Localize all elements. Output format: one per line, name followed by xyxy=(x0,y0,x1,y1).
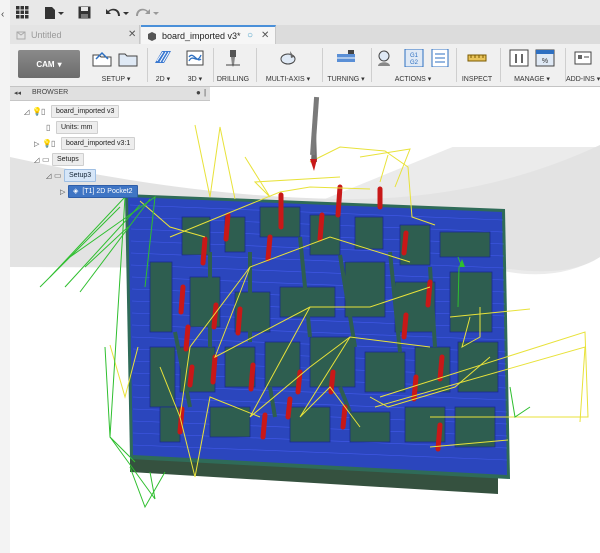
close-icon[interactable]: ✕ xyxy=(128,29,136,40)
panel-options-icon[interactable]: | xyxy=(204,88,206,97)
browser-title: BROWSER xyxy=(32,89,69,96)
multi-axis-icon xyxy=(280,51,296,65)
undo-icon[interactable] xyxy=(106,5,130,20)
setup-icon: ▭ xyxy=(54,171,62,180)
redo-icon[interactable] xyxy=(136,5,160,20)
group-label: SETUP ▾ xyxy=(101,76,131,83)
turning-icon xyxy=(337,50,355,62)
simulate-icon xyxy=(378,50,390,66)
group-label: ADD-INS ▾ xyxy=(566,76,600,83)
tab-label: board_imported v3* xyxy=(162,30,241,41)
browser-header: ◂◂ BROWSER ● | xyxy=(10,87,210,101)
group-label: DRILLING xyxy=(216,76,250,83)
setup-folder-icon xyxy=(92,51,112,67)
svg-text:G1: G1 xyxy=(410,53,419,59)
operation-node: ◈ [T1] 2D Pocket2 xyxy=(68,185,138,198)
visibility-bulb-icon[interactable]: 💡 xyxy=(32,107,42,116)
add-ins-icon xyxy=(574,51,592,65)
drill-icon xyxy=(226,50,240,67)
measure-ruler-icon xyxy=(467,54,487,62)
collapse-left-icon[interactable]: ‹ xyxy=(1,9,4,20)
collapsed-triangle-icon[interactable]: ▷ xyxy=(60,188,68,196)
tree-item-label: [T1] 2D Pocket2 xyxy=(82,188,133,195)
expanded-triangle-icon[interactable]: ◿ xyxy=(46,172,54,180)
save-icon[interactable] xyxy=(78,5,91,20)
3d-adaptive-icon xyxy=(186,50,204,66)
group-label: 3D ▾ xyxy=(187,76,203,83)
tool-library-icon xyxy=(509,49,529,67)
tree-item-label: Units: mm xyxy=(56,121,98,134)
tree-item-document[interactable]: ◿ 💡 ▯ board_imported v3 xyxy=(24,105,120,118)
close-icon[interactable]: ✕ xyxy=(261,30,269,41)
tree-item-setups[interactable]: ◿ ▭ Setups xyxy=(34,153,84,166)
setup-group-button[interactable]: SETUP ▾ xyxy=(88,47,144,83)
tree-item-label: Setups xyxy=(52,153,84,166)
document-tab-bar: Untitled ✕ board_imported v3* ○ ✕ xyxy=(10,25,600,45)
svg-text:%: % xyxy=(542,58,548,65)
2d-pocket-icon xyxy=(155,51,171,63)
setup-folder-icon xyxy=(118,53,138,67)
template-library-icon: % xyxy=(535,49,555,67)
tree-item-component[interactable]: ▷ 💡 ▯ board_imported v3:1 xyxy=(34,137,136,150)
pocket-operation-icon: ◈ xyxy=(73,188,79,195)
pin-icon[interactable]: ● xyxy=(196,88,201,97)
tab-label: Untitled xyxy=(31,29,62,40)
quick-access-bar xyxy=(10,0,600,26)
expanded-triangle-icon[interactable]: ◿ xyxy=(24,108,32,116)
document-icon xyxy=(148,31,156,41)
turning-group-button[interactable]: TURNING ▾ xyxy=(324,47,368,83)
browser-panel: ◂◂ BROWSER ● | ◿ 💡 ▯ board_imported v3 ▯… xyxy=(10,87,210,203)
group-label: MULTI-AXIS ▾ xyxy=(265,76,311,83)
3d-group-button[interactable]: 3D ▾ xyxy=(180,47,210,83)
group-label: INSPECT xyxy=(461,76,493,83)
tree-item-setup3[interactable]: ◿ ▭ Setup3 xyxy=(46,169,97,182)
drilling-button[interactable]: DRILLING xyxy=(214,47,252,83)
multi-axis-group-button[interactable]: MULTI-AXIS ▾ xyxy=(258,47,318,83)
document-icon xyxy=(16,31,26,39)
document-icon: ▯ xyxy=(41,107,46,116)
grid-icon[interactable] xyxy=(16,5,29,20)
collapse-browser-icon[interactable]: ◂◂ xyxy=(14,89,21,97)
group-label: ACTIONS ▾ xyxy=(394,76,432,83)
group-label: 2D ▾ xyxy=(155,76,171,83)
chevron-down-icon: ▾ xyxy=(57,59,62,69)
tree-item-label: board_imported v3 xyxy=(51,105,120,118)
svg-text:G2: G2 xyxy=(410,60,419,66)
component-icon: ▯ xyxy=(51,139,56,148)
2d-group-button[interactable]: 2D ▾ xyxy=(148,47,178,83)
tab-untitled[interactable]: Untitled ✕ xyxy=(10,25,140,44)
manage-group-button[interactable]: % MANAGE ▾ xyxy=(501,47,563,83)
setup-sheet-icon xyxy=(431,49,449,67)
collapsed-triangle-icon[interactable]: ▷ xyxy=(34,140,42,148)
workspace-label: CAM xyxy=(36,59,55,69)
tab-board-imported[interactable]: board_imported v3* ○ ✕ xyxy=(141,25,276,44)
visibility-bulb-icon[interactable]: 💡 xyxy=(42,139,52,148)
actions-group-button[interactable]: G1 G2 ACTIONS ▾ xyxy=(372,47,454,83)
tree-item-label: Setup3 xyxy=(64,169,97,182)
inspect-button[interactable]: INSPECT xyxy=(457,47,497,83)
ribbon-toolbar: CAM ▾ SETUP ▾ 2D ▾ 3D ▾ DRILLING MULTI-A… xyxy=(10,44,600,87)
refresh-icon[interactable]: ○ xyxy=(247,30,253,41)
tree-item-2d-pocket[interactable]: ▷ ◈ [T1] 2D Pocket2 xyxy=(60,185,138,198)
post-process-g1g2-icon: G1G2 xyxy=(404,49,424,67)
expanded-triangle-icon[interactable]: ◿ xyxy=(34,156,42,164)
group-label: MANAGE ▾ xyxy=(514,76,550,83)
tree-item-units[interactable]: ▯ Units: mm xyxy=(46,121,98,134)
folder-icon: ▭ xyxy=(42,155,50,164)
group-label: TURNING ▾ xyxy=(327,76,365,83)
add-ins-group-button[interactable]: ADD-INS ▾ xyxy=(566,47,600,83)
document-icon: ▯ xyxy=(46,123,51,132)
tree-item-label: board_imported v3:1 xyxy=(61,137,136,150)
workspace-switcher-button[interactable]: CAM ▾ xyxy=(18,50,80,78)
file-icon[interactable] xyxy=(44,5,64,20)
